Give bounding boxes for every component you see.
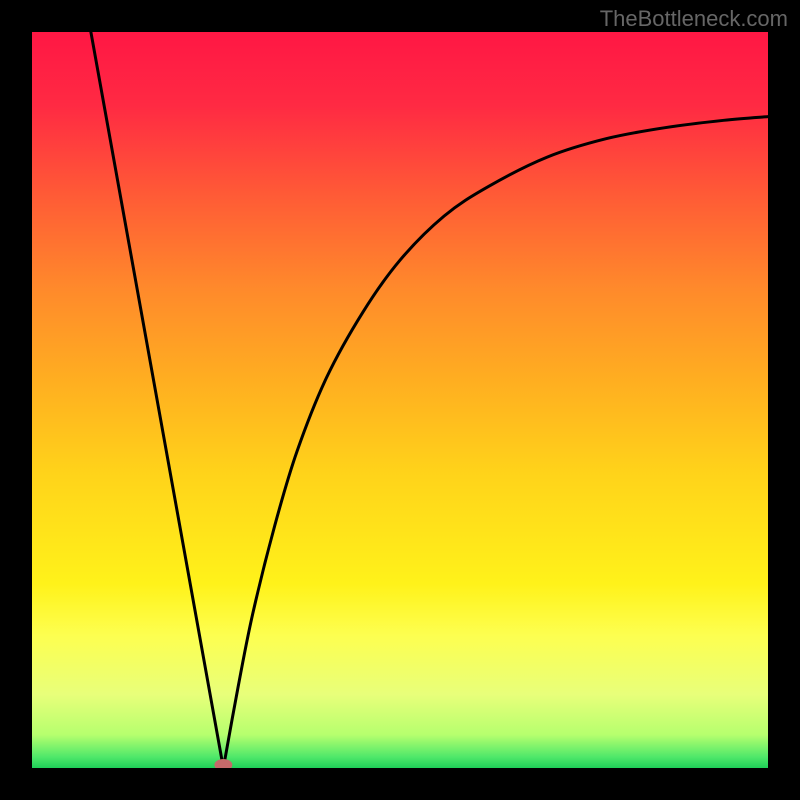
watermark-text: TheBottleneck.com bbox=[600, 6, 788, 32]
gradient-background bbox=[32, 32, 768, 768]
chart-frame bbox=[32, 32, 768, 768]
bottleneck-curve-chart bbox=[32, 32, 768, 768]
